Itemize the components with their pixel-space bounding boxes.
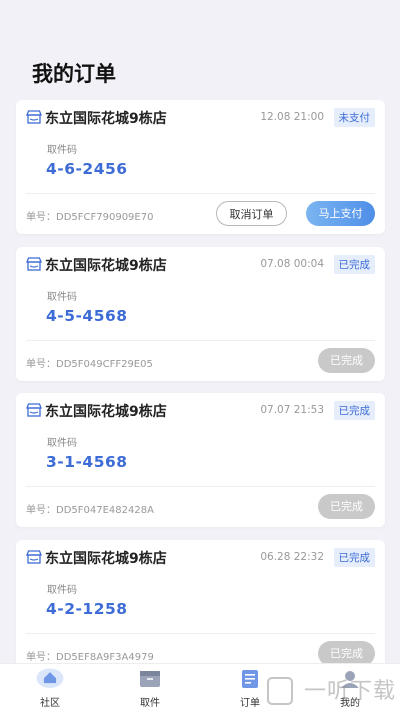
store-name: 东立国际花城9栋店 — [45, 111, 167, 127]
status-badge: 未支付 — [333, 108, 375, 127]
divider — [26, 633, 375, 634]
order-time: 07.07 21:53 — [260, 404, 324, 416]
divider — [26, 193, 375, 194]
divider — [26, 340, 375, 341]
community-icon — [36, 668, 64, 688]
pickup-code-label: 取件码 — [47, 292, 77, 303]
order-time: 12.08 21:00 — [260, 111, 324, 123]
pickup-code-label: 取件码 — [47, 438, 77, 449]
tab-label: 取件 — [140, 698, 160, 709]
store-name: 东立国际花城9栋店 — [45, 404, 167, 420]
watermark: 一听下载 — [303, 679, 396, 704]
store-icon — [26, 550, 42, 564]
cancel-order-button[interactable]: 取消订单 — [216, 201, 287, 226]
tab-pickup[interactable]: 取件 — [110, 664, 190, 711]
store-icon — [26, 110, 42, 124]
order-number: 单号：DD5FCF790909E70 — [26, 212, 154, 223]
order-card[interactable]: 东立国际花城9栋店 07.07 21:53 已完成 取件码 3-1-4568 单… — [16, 393, 385, 527]
store-icon — [26, 257, 42, 271]
store-icon — [26, 403, 42, 417]
pickup-code-label: 取件码 — [47, 145, 77, 156]
completed-button[interactable]: 已完成 — [318, 348, 375, 373]
order-time: 07.08 00:04 — [260, 258, 324, 270]
tab-label: 社区 — [40, 698, 60, 709]
pickup-code: 3-1-4568 — [46, 453, 128, 471]
pickup-code-label: 取件码 — [47, 585, 77, 596]
order-card[interactable]: 东立国际花城9栋店 06.28 22:32 已完成 取件码 4-2-1258 单… — [16, 540, 385, 674]
order-card[interactable]: 东立国际花城9栋店 07.08 00:04 已完成 取件码 4-5-4568 单… — [16, 247, 385, 381]
store-name: 东立国际花城9栋店 — [45, 258, 167, 274]
tab-community[interactable]: 社区 — [10, 664, 90, 711]
package-icon — [140, 671, 160, 687]
order-card[interactable]: 东立国际花城9栋店 12.08 21:00 未支付 取件码 4-6-2456 单… — [16, 100, 385, 234]
completed-button[interactable]: 已完成 — [318, 494, 375, 519]
pay-now-button[interactable]: 马上支付 — [306, 201, 375, 226]
order-time: 06.28 22:32 — [260, 551, 324, 563]
order-number: 单号：DD5F049CFF29E05 — [26, 359, 153, 370]
divider — [26, 486, 375, 487]
status-badge: 已完成 — [333, 548, 375, 567]
order-number: 单号：DD5EF8A9F3A4979 — [26, 652, 154, 663]
pickup-code: 4-2-1258 — [46, 600, 128, 618]
watermark-logo-icon — [267, 677, 293, 705]
order-number: 单号：DD5F047E482428A — [26, 505, 154, 516]
pickup-code: 4-5-4568 — [46, 307, 128, 325]
pickup-code: 4-6-2456 — [46, 160, 128, 178]
status-badge: 已完成 — [333, 401, 375, 420]
orders-icon — [242, 670, 258, 688]
status-badge: 已完成 — [333, 255, 375, 274]
page-title: 我的订单 — [32, 62, 116, 86]
store-name: 东立国际花城9栋店 — [45, 551, 167, 567]
